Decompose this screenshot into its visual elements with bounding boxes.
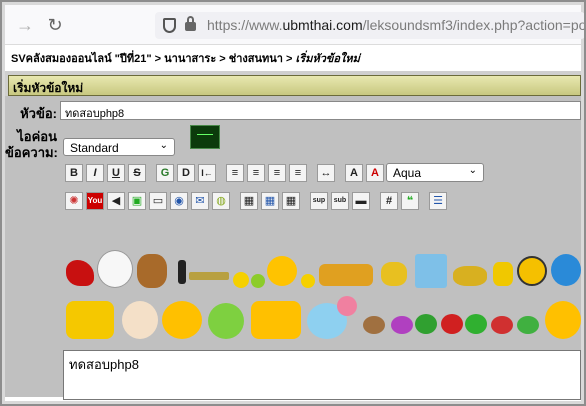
smile-smiley-icon[interactable]	[301, 274, 315, 288]
chevron-down-icon: ⌄	[159, 140, 168, 151]
flash-icon[interactable]: ✺	[65, 192, 83, 210]
format-toolbar: B I U S G D I← ≡ ≡ ≡ ≡ ↔ A A	[65, 164, 384, 182]
sound-icon[interactable]: ◀	[107, 192, 125, 210]
bunny-smiley-icon[interactable]	[97, 250, 133, 288]
align-right-button[interactable]: ≡	[268, 164, 286, 182]
breadcrumb-site[interactable]: SVคลังสมองออนไลน์ "ปีที่21"	[11, 53, 152, 65]
quote-icon[interactable]: ❝	[401, 192, 419, 210]
chevron-down-icon: ⌄	[468, 165, 477, 176]
chick-icon[interactable]	[415, 254, 447, 288]
reload-icon[interactable]: ↻	[43, 13, 67, 37]
color-select[interactable]: Aqua ⌄	[386, 163, 484, 182]
table-icon[interactable]: ▦	[240, 192, 258, 210]
breadcrumb-current: เริ่มหัวข้อใหม่	[295, 53, 360, 65]
crying-smiley-icon[interactable]	[66, 301, 114, 339]
bold-button[interactable]: B	[65, 164, 83, 182]
green-creature-icon[interactable]	[415, 314, 437, 334]
green-alien-icon[interactable]	[465, 314, 487, 334]
link-icon[interactable]: ◉	[170, 192, 188, 210]
ftp-icon[interactable]: ◍	[212, 192, 230, 210]
grin-smiley-icon[interactable]	[233, 272, 249, 288]
icon-select[interactable]: Standard ⌄	[63, 138, 175, 156]
sub-icon[interactable]: sub	[331, 192, 349, 210]
td-icon[interactable]: ▦	[282, 192, 300, 210]
target-smiley-icon[interactable]	[517, 256, 547, 286]
post-form: หัวข้อ: ทดสอบphp8 ไอค่อน ข้อความ: Standa…	[5, 96, 581, 400]
happy-smiley-icon[interactable]	[267, 256, 297, 286]
glow-button[interactable]: G	[156, 164, 174, 182]
font-color-button[interactable]: A	[366, 164, 384, 182]
banana-icon[interactable]	[493, 262, 513, 286]
tr-icon[interactable]: ▦	[261, 192, 279, 210]
forum-page: SVคลังสมองออนไลน์ "ปีที่21" > นานาสาระ >…	[5, 45, 581, 400]
shadow-button[interactable]: D	[177, 164, 195, 182]
insert-toolbar: ✺ You ◀ ▣ ▭ ◉ ✉ ◍ ▦ ▦ ▦ sup sub ▬ # ❝ ☰	[65, 192, 447, 210]
breadcrumb: SVคลังสมองออนไลน์ "ปีที่21" > นานาสาระ >…	[5, 45, 581, 71]
rose-icon[interactable]	[66, 260, 94, 286]
tt-icon[interactable]: ▬	[352, 192, 370, 210]
red-alien-icon[interactable]	[491, 316, 513, 334]
strike-button[interactable]: S	[128, 164, 146, 182]
message-textarea[interactable]: ทดสอบphp8	[63, 350, 581, 400]
message-label: ข้อความ:	[5, 145, 58, 160]
subject-input[interactable]: ทดสอบphp8	[60, 101, 581, 120]
man-icon[interactable]	[178, 260, 186, 284]
laughing-smiley-icon[interactable]	[251, 301, 301, 339]
font-size-button[interactable]: A	[345, 164, 363, 182]
url-text[interactable]: https://www.ubmthai.com/leksoundsmf3/ind…	[207, 17, 584, 33]
move-button[interactable]: I←	[198, 164, 216, 182]
address-bar[interactable]: https://www.ubmthai.com/leksoundsmf3/ind…	[155, 12, 584, 39]
apple-smiley-icon[interactable]	[208, 303, 244, 339]
breadcrumb-board[interactable]: นานาสาระ	[164, 53, 216, 65]
brown-creature-icon[interactable]	[363, 316, 385, 334]
guitar-smiley-icon[interactable]	[453, 266, 487, 286]
breadcrumb-sub[interactable]: ช่างสนทนา	[229, 53, 283, 65]
purple-creature-icon[interactable]	[391, 316, 413, 334]
align-left-button[interactable]: ≡	[226, 164, 244, 182]
congrats-text-icon[interactable]	[189, 272, 229, 280]
list-icon[interactable]: ☰	[429, 192, 447, 210]
shield-icon[interactable]	[163, 18, 176, 33]
red-creature-icon[interactable]	[441, 314, 463, 334]
surprised-smiley-icon[interactable]	[162, 301, 202, 339]
doraemon-icon[interactable]	[551, 254, 581, 286]
small-green-icon[interactable]	[517, 316, 539, 334]
sick-smiley-icon[interactable]	[251, 274, 265, 288]
laugh-tears-smiley-icon[interactable]	[545, 301, 581, 339]
youtube-icon[interactable]: You	[86, 192, 104, 210]
party-smileys-icon[interactable]	[319, 264, 373, 286]
browser-toolbar: → ↻ https://www.ubmthai.com/leksoundsmf3…	[5, 5, 584, 45]
code-icon[interactable]: #	[380, 192, 398, 210]
sup-icon[interactable]: sup	[310, 192, 328, 210]
align-center-button[interactable]: ≡	[247, 164, 265, 182]
flower-icon[interactable]	[337, 296, 357, 316]
lock-icon[interactable]	[185, 16, 196, 31]
media-icon[interactable]: ▭	[149, 192, 167, 210]
image-icon[interactable]: ▣	[128, 192, 146, 210]
camera-smiley-icon[interactable]	[381, 262, 407, 286]
icon-preview	[190, 125, 220, 149]
justify-button[interactable]: ≡	[289, 164, 307, 182]
hr-button[interactable]: ↔	[317, 164, 335, 182]
email-icon[interactable]: ✉	[191, 192, 209, 210]
squirrel-icon[interactable]	[137, 254, 167, 288]
underline-button[interactable]: U	[107, 164, 125, 182]
subject-label: หัวข้อ:	[20, 106, 57, 121]
window-frame: → ↻ https://www.ubmthai.com/leksoundsmf3…	[0, 0, 586, 406]
section-title: เริ่มหัวข้อใหม่	[8, 75, 581, 96]
back-arrow-icon[interactable]: →	[13, 13, 37, 37]
baby-icon[interactable]	[122, 301, 158, 339]
italic-button[interactable]: I	[86, 164, 104, 182]
